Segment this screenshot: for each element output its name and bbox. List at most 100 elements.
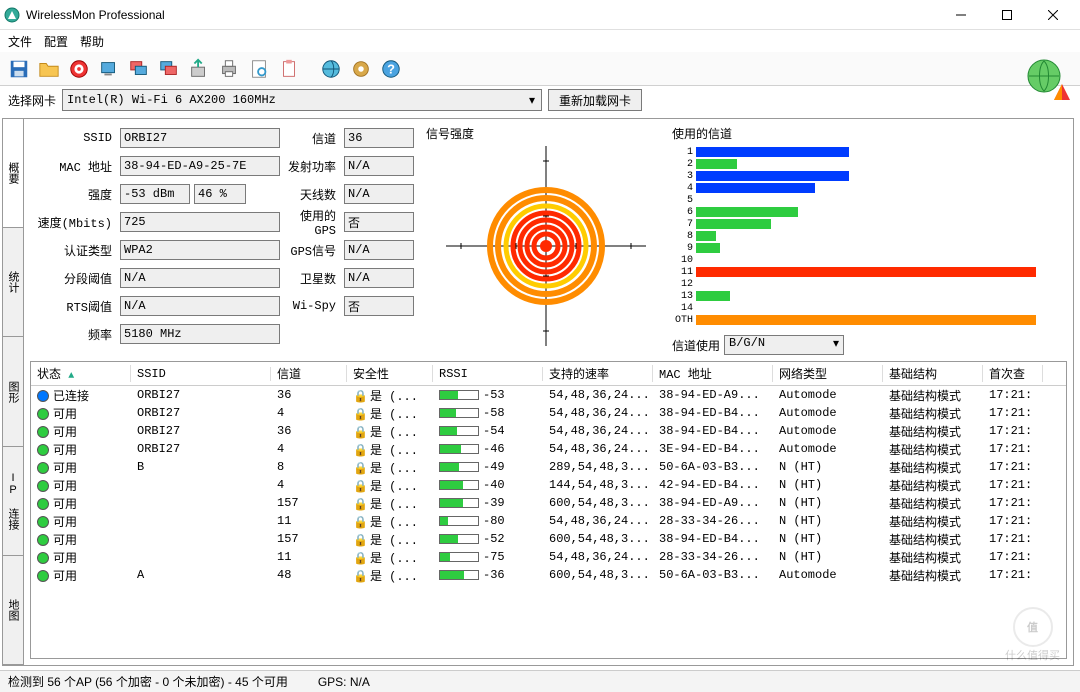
txpower-field[interactable]: N/A [344, 156, 414, 176]
rts-label: RTS阈值 [30, 298, 116, 315]
lock-icon: 🔒 [353, 570, 368, 584]
col-ssid[interactable]: SSID [131, 367, 271, 381]
rts-field[interactable]: N/A [120, 296, 280, 316]
statusbar: 检测到 56 个AP (56 个加密 - 0 个未加密) - 45 个可用 GP… [0, 670, 1080, 692]
pc2-icon[interactable] [126, 56, 152, 82]
pc1-icon[interactable] [96, 56, 122, 82]
auth-label: 认证类型 [30, 242, 116, 259]
ssid-field[interactable]: ORBI27 [120, 128, 280, 148]
table-row[interactable]: 可用ORBI274🔒是 (...-4654,48,36,24...3E-94-E… [31, 440, 1066, 458]
table-row[interactable]: 可用11🔒是 (...-8054,48,36,24...28-33-34-26.… [31, 512, 1066, 530]
export-icon[interactable] [186, 56, 212, 82]
mac-field[interactable]: 38-94-ED-A9-25-7E [120, 156, 280, 176]
freq-field[interactable]: 5180 MHz [120, 324, 280, 344]
ant-field[interactable]: N/A [344, 184, 414, 204]
preview-icon[interactable] [246, 56, 272, 82]
status-gps: GPS: N/A [318, 675, 370, 689]
col-rates[interactable]: 支持的速率 [543, 365, 653, 382]
rssi-bar [439, 480, 479, 490]
channel-bar [696, 315, 1036, 325]
menu-config[interactable]: 配置 [44, 33, 68, 50]
channel-label: 1 [672, 147, 696, 158]
table-row[interactable]: 可用B8🔒是 (...-49289,54,48,3...50-6A-03-B3.… [31, 458, 1066, 476]
lock-icon: 🔒 [353, 408, 368, 422]
col-security[interactable]: 安全性 [347, 365, 433, 382]
wispy-field[interactable]: 否 [344, 296, 414, 316]
rssi-bar [439, 390, 479, 400]
table-row[interactable]: 可用157🔒是 (...-52600,54,48,3...38-94-ED-B4… [31, 530, 1066, 548]
channel-bar-row: 10 [672, 254, 1067, 266]
tab-map[interactable]: 地图 [3, 556, 23, 665]
channel-bar-row: 13 [672, 290, 1067, 302]
pc3-icon[interactable] [156, 56, 182, 82]
clipboard-icon[interactable] [276, 56, 302, 82]
col-firstseen[interactable]: 首次查 [983, 365, 1043, 382]
table-row[interactable]: 可用A48🔒是 (...-36600,54,48,3...50-6A-03-B3… [31, 566, 1066, 584]
info-form: SSID ORBI27 信道 36 MAC 地址 38-94-ED-A9-25-… [30, 125, 420, 355]
auth-field[interactable]: WPA2 [120, 240, 280, 260]
strength-dbm-field[interactable]: -53 dBm [120, 184, 190, 204]
radar-title: 信号强度 [426, 125, 474, 142]
table-row[interactable]: 可用157🔒是 (...-39600,54,48,3...38-94-ED-A9… [31, 494, 1066, 512]
channel-bar [696, 171, 849, 181]
print-icon[interactable] [216, 56, 242, 82]
help-icon[interactable]: ? [378, 56, 404, 82]
ant-label: 天线数 [284, 186, 340, 203]
lock-icon: 🔒 [353, 516, 368, 530]
col-nettype[interactable]: 网络类型 [773, 365, 883, 382]
frag-label: 分段阈值 [30, 270, 116, 287]
rssi-bar [439, 516, 479, 526]
table-row[interactable]: 可用4🔒是 (...-40144,54,48,3...42-94-ED-B4..… [31, 476, 1066, 494]
channel-usage-label: 信道使用 [672, 337, 720, 354]
col-mac[interactable]: MAC 地址 [653, 365, 773, 382]
channel-bar-row: 7 [672, 218, 1067, 230]
world-icon[interactable] [318, 56, 344, 82]
tab-summary[interactable]: 概要 [3, 119, 23, 228]
gear-icon[interactable] [348, 56, 374, 82]
channel-bar [696, 243, 720, 253]
nic-select[interactable]: Intel(R) Wi-Fi 6 AX200 160MHz [62, 89, 542, 111]
strength-pct-field[interactable]: 46 % [194, 184, 246, 204]
channel-label: 2 [672, 159, 696, 170]
globe-large-icon [1024, 56, 1072, 104]
tab-stats[interactable]: 统计 [3, 228, 23, 337]
channel-label: 10 [672, 255, 696, 266]
reload-nic-button[interactable]: 重新加载网卡 [548, 89, 642, 111]
col-status[interactable]: 状态 ▲ [31, 365, 131, 382]
target-icon[interactable] [66, 56, 92, 82]
rssi-bar [439, 552, 479, 562]
col-rssi[interactable]: RSSI [433, 367, 543, 381]
save-icon[interactable] [6, 56, 32, 82]
tab-graph[interactable]: 图形 [3, 337, 23, 446]
speed-field[interactable]: 725 [120, 212, 280, 232]
channel-bar [696, 183, 815, 193]
channel-label: OTH [672, 315, 696, 326]
table-row[interactable]: 可用ORBI274🔒是 (...-5854,48,36,24...38-94-E… [31, 404, 1066, 422]
gpssig-field[interactable]: N/A [344, 240, 414, 260]
channel-bar-row: 12 [672, 278, 1067, 290]
status-dot-icon [37, 444, 49, 456]
folder-icon[interactable] [36, 56, 62, 82]
table-row[interactable]: 已连接ORBI2736🔒是 (...-5354,48,36,24...38-94… [31, 386, 1066, 404]
signal-strength-block: 信号强度 [426, 125, 666, 355]
maximize-button[interactable] [984, 0, 1030, 30]
menu-help[interactable]: 帮助 [80, 33, 104, 50]
frag-field[interactable]: N/A [120, 268, 280, 288]
col-channel[interactable]: 信道 [271, 365, 347, 382]
channel-label: 12 [672, 279, 696, 290]
table-row[interactable]: 可用ORBI2736🔒是 (...-5454,48,36,24...38-94-… [31, 422, 1066, 440]
close-button[interactable] [1030, 0, 1076, 30]
table-row[interactable]: 可用11🔒是 (...-7554,48,36,24...28-33-34-26.… [31, 548, 1066, 566]
status-aps: 检测到 56 个AP (56 个加密 - 0 个未加密) - 45 个可用 [8, 673, 288, 690]
grid-body[interactable]: 已连接ORBI2736🔒是 (...-5354,48,36,24...38-94… [31, 386, 1066, 658]
tab-ip[interactable]: IP 连接 [3, 447, 23, 556]
txpower-label: 发射功率 [284, 158, 340, 175]
chan-field[interactable]: 36 [344, 128, 414, 148]
sat-field[interactable]: N/A [344, 268, 414, 288]
menu-file[interactable]: 文件 [8, 33, 32, 50]
channels-title: 使用的信道 [672, 125, 732, 142]
channel-mode-select[interactable]: B/G/N [724, 335, 844, 355]
minimize-button[interactable] [938, 0, 984, 30]
col-infra[interactable]: 基础结构 [883, 365, 983, 382]
gps-field[interactable]: 否 [344, 212, 414, 232]
